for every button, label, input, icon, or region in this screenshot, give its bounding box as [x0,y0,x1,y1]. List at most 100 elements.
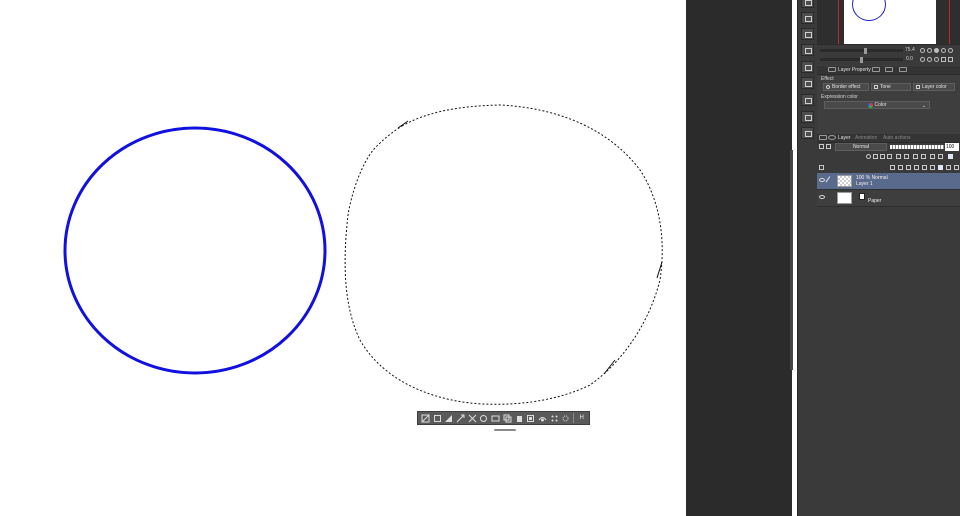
scale-icon[interactable] [537,413,548,424]
zoom-actual-icon[interactable] [948,48,953,53]
tab-extra-1[interactable] [872,67,880,72]
eye-icon[interactable] [819,178,825,182]
layer-color-icon [916,85,920,89]
layer-property-tabbar: Layer Property [817,66,960,75]
settings-icon[interactable] [561,413,572,424]
layer-thumbnail [837,192,852,204]
layer-thumbnail-size-icon[interactable] [930,154,935,159]
expand-selection-icon[interactable] [455,413,466,424]
invert-selection-icon[interactable] [443,413,454,424]
tab-extra-3[interactable] [899,67,907,72]
zoom-reset-icon[interactable] [941,48,946,53]
layer-row-paper[interactable]: Paper [817,189,960,207]
palette-color-bar-icon[interactable] [938,154,943,159]
flip-horizontal-icon[interactable] [941,57,946,62]
expression-color-label: Expression color [821,94,858,100]
new-vector-layer-icon[interactable] [898,165,903,170]
navigator-preview[interactable] [817,0,960,44]
rotate-right-icon[interactable] [927,57,932,62]
rotate-reset-icon[interactable] [934,57,939,62]
ruler-range-icon[interactable] [913,154,918,159]
zoom-out-icon[interactable] [920,48,925,53]
layer-tabbar: Layer Animation Auto actions [817,134,960,143]
toolbar-drag-handle[interactable] [494,429,516,431]
layer-color-label: Layer color [922,84,947,90]
rotate-left-icon[interactable] [920,57,925,62]
hide-icon[interactable]: H [576,413,587,424]
blend-mode-select[interactable]: Normal [835,143,887,151]
zoom-in-icon[interactable] [927,48,932,53]
drawing-canvas[interactable]: H [0,0,686,516]
palette-icon-6[interactable] [801,77,814,89]
color-mode-icon [867,102,873,108]
copy-icon[interactable] [502,413,513,424]
zoom-value: 75.4 [905,47,915,53]
lock-transparent-icon[interactable] [896,154,901,159]
tab-animation[interactable]: Animation [855,135,877,141]
hide-label: H [579,414,584,421]
draft-icon[interactable] [880,154,885,159]
layer-thumbnail [837,175,852,187]
new-raster-layer-icon[interactable] [890,165,895,170]
combine-down-icon[interactable] [922,165,927,170]
transform-icon[interactable] [479,413,490,424]
clear-icon[interactable] [490,413,501,424]
border-effect-button[interactable]: Border effect [823,83,869,91]
layer-palette-menu-icon[interactable] [819,144,824,149]
layer-row-layer-1[interactable]: 100 % Normal Layer 1 [817,173,960,189]
border-effect-label: Border effect [832,84,861,90]
palette-icon-4[interactable] [801,44,814,56]
palette-icon-2[interactable] [801,12,814,24]
layer-color-button[interactable]: Layer color [913,83,955,91]
tone-icon[interactable] [549,413,560,424]
right-dock-panel: 75.4 0.0 Layer Property Effect Border ef… [817,0,960,516]
paste-icon[interactable] [514,413,525,424]
new-folder-icon[interactable] [906,165,911,170]
layer-options-icon[interactable] [826,144,831,149]
tab-layer[interactable]: Layer [838,135,851,141]
tab-extra-2[interactable] [885,67,893,72]
chevron-down-icon: ⌄ [921,103,926,109]
lock-icon[interactable] [887,154,892,159]
layer-color-toggle-icon[interactable] [948,154,953,159]
fill-icon[interactable] [525,413,536,424]
pencil-icon [825,176,834,185]
apply-mask-icon[interactable] [938,165,943,170]
panel-menu-icon-2[interactable] [819,135,827,140]
layer-name: Layer 1 [856,181,873,187]
vertical-scrollbar[interactable] [790,150,793,370]
selection-marquee[interactable] [344,104,663,405]
tab-auto-actions[interactable]: Auto actions [883,135,911,141]
flip-vertical-icon[interactable] [948,57,953,62]
eye-icon[interactable] [819,195,825,199]
layer-tab-icon [828,135,836,140]
show-layer-color-icon[interactable] [921,154,926,159]
palette-icon-7[interactable] [801,94,814,106]
tab-layer-property[interactable]: Layer Property [838,67,871,73]
layer-mask-icon[interactable] [930,165,935,170]
palette-icon-8[interactable] [801,111,814,123]
deselect-icon[interactable] [420,413,431,424]
crop-icon[interactable] [432,413,443,424]
delete-layer-icon[interactable] [946,165,951,170]
enable-mask-icon[interactable] [904,154,909,159]
opacity-slider[interactable] [890,145,944,149]
opacity-value[interactable]: 100 [945,143,959,151]
expression-color-select[interactable]: Color ⌄ [824,101,930,109]
zoom-fit-icon[interactable] [934,48,939,53]
tone-button[interactable]: Tone [871,83,911,91]
palette-icon-1[interactable] [801,0,814,8]
transfer-down-icon[interactable] [914,165,919,170]
drawn-circle [63,126,327,375]
trash-icon[interactable] [954,165,959,170]
layer-thumbnail-toggle-icon[interactable] [819,165,824,170]
reference-icon[interactable] [873,154,878,159]
shrink-selection-icon[interactable] [467,413,478,424]
palette-icon-5[interactable] [801,61,814,73]
clip-icon[interactable] [866,154,871,159]
zoom-slider[interactable] [820,47,903,54]
palette-icon-9[interactable] [801,127,814,139]
rotate-slider[interactable] [820,56,903,63]
panel-menu-icon[interactable] [828,67,836,72]
palette-icon-3[interactable] [801,28,814,40]
